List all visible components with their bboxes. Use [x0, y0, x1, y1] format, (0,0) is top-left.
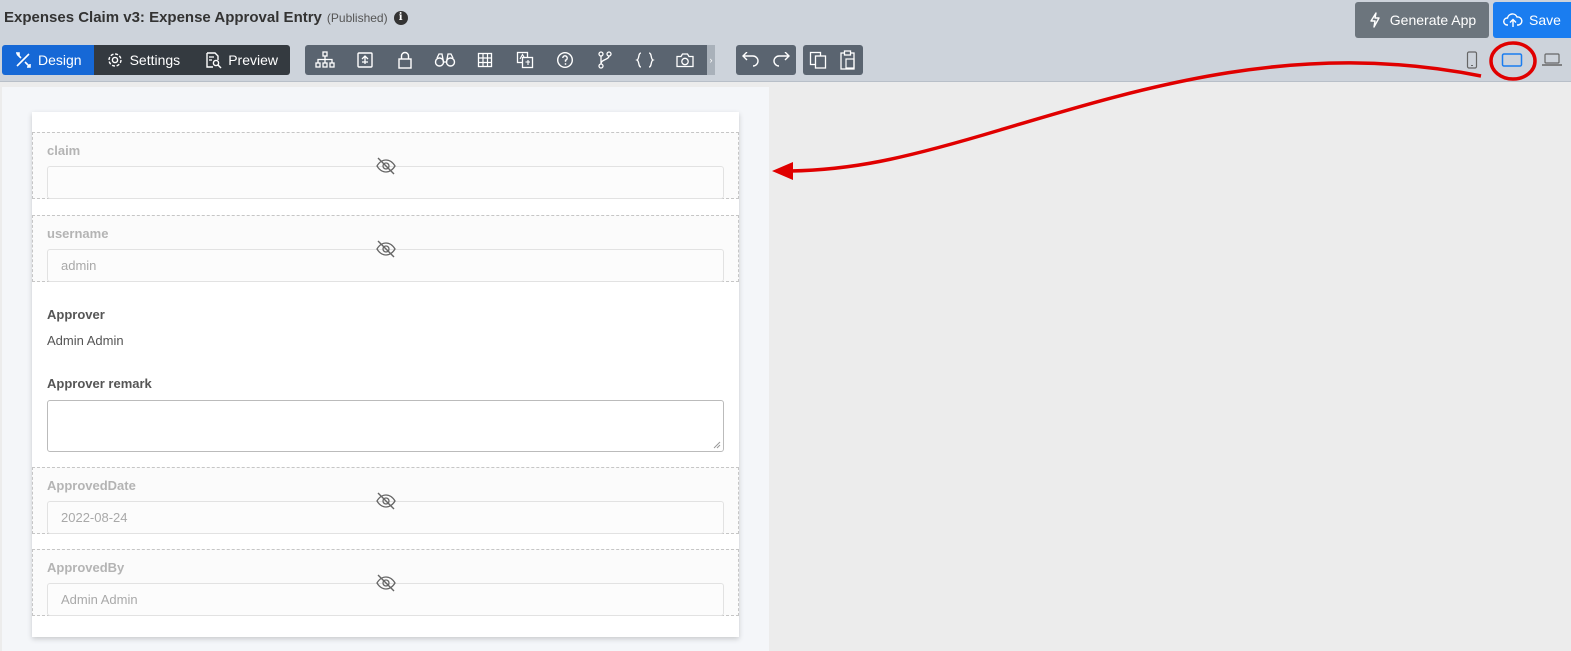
- field-label: claim: [47, 143, 81, 158]
- phone-view-button[interactable]: [1459, 48, 1485, 72]
- gear-icon: [107, 53, 122, 67]
- info-icon[interactable]: i: [393, 10, 408, 25]
- field-label: ApprovedDate: [47, 478, 136, 493]
- tablet-icon: [1501, 53, 1523, 67]
- translate-icon: [516, 51, 534, 69]
- design-tools-icon: [16, 52, 31, 68]
- undo-icon: [742, 52, 759, 67]
- lightning-icon: [1370, 12, 1380, 28]
- undo-redo-group: [736, 45, 796, 75]
- eye-slash-icon: [376, 240, 396, 258]
- approver-label: Approver: [47, 307, 105, 322]
- camera-button[interactable]: [665, 45, 705, 75]
- help-circle-icon: [556, 51, 574, 69]
- clipboard-group: [803, 45, 863, 75]
- hidden-field-claim[interactable]: claim: [32, 132, 739, 199]
- binoculars-button[interactable]: [425, 45, 465, 75]
- form-upload-button[interactable]: [345, 45, 385, 75]
- cloud-upload-icon: [1503, 13, 1523, 27]
- save-label: Save: [1529, 12, 1561, 28]
- approver-remark-label: Approver remark: [47, 376, 152, 391]
- tab-preview[interactable]: Preview: [192, 45, 290, 75]
- paste-icon: [840, 50, 855, 70]
- redo-icon: [773, 52, 790, 67]
- lock-icon: [398, 51, 412, 69]
- tab-settings-label: Settings: [129, 52, 181, 68]
- eye-slash-icon: [376, 157, 396, 175]
- grid-button[interactable]: [465, 45, 505, 75]
- hidden-field-approveddate[interactable]: ApprovedDate 2022-08-24: [32, 467, 739, 534]
- branch-button[interactable]: [585, 45, 625, 75]
- laptop-view-button[interactable]: [1539, 48, 1565, 72]
- copy-button[interactable]: [803, 45, 833, 75]
- phone-icon: [1466, 51, 1478, 69]
- hierarchy-icon: [315, 51, 335, 68]
- preview-doc-icon: [206, 52, 222, 69]
- save-button[interactable]: Save: [1493, 2, 1571, 38]
- tablet-view-button[interactable]: [1499, 48, 1525, 72]
- generate-app-button[interactable]: Generate App: [1355, 2, 1489, 38]
- title-row: Expenses Claim v3: Expense Approval Entr…: [4, 9, 408, 26]
- tab-preview-label: Preview: [228, 52, 278, 68]
- page-title: Expenses Claim v3: Expense Approval Entr…: [4, 9, 322, 26]
- copy-icon: [809, 51, 827, 69]
- form-upload-icon: [357, 52, 373, 68]
- form-preview: claim username admin Approver Admin Admi…: [32, 112, 739, 637]
- toolbar-tools: ›: [305, 45, 715, 75]
- approver-remark-textarea[interactable]: [47, 400, 724, 452]
- braces-icon: [635, 52, 655, 68]
- paste-button[interactable]: [833, 45, 863, 75]
- binoculars-icon: [434, 53, 456, 67]
- hidden-field-approvedby[interactable]: ApprovedBy Admin Admin: [32, 549, 739, 616]
- hidden-field-username[interactable]: username admin: [32, 215, 739, 282]
- toolbar-scroll-right[interactable]: ›: [707, 45, 715, 75]
- tab-design[interactable]: Design: [2, 45, 94, 75]
- lock-button[interactable]: [385, 45, 425, 75]
- tab-settings[interactable]: Settings: [93, 45, 193, 75]
- camera-icon: [676, 53, 694, 68]
- resize-grip-icon[interactable]: [713, 441, 721, 449]
- eye-slash-icon: [376, 492, 396, 510]
- status-badge: (Published): [326, 10, 388, 25]
- branch-icon: [598, 51, 612, 69]
- annotation-arrowhead: [772, 162, 793, 180]
- approver-value: Admin Admin: [47, 333, 124, 348]
- script-button[interactable]: [625, 45, 665, 75]
- hierarchy-button[interactable]: [305, 45, 345, 75]
- tab-design-label: Design: [38, 52, 82, 68]
- generate-app-label: Generate App: [1389, 12, 1477, 28]
- eye-slash-icon: [376, 574, 396, 592]
- mode-tabs: Design Settings Preview: [2, 45, 290, 75]
- field-label: username: [47, 226, 109, 241]
- translate-button[interactable]: [505, 45, 545, 75]
- laptop-icon: [1542, 53, 1562, 66]
- grid-icon: [477, 52, 493, 68]
- redo-button[interactable]: [766, 45, 796, 75]
- field-label: ApprovedBy: [47, 560, 125, 575]
- undo-button[interactable]: [736, 45, 766, 75]
- help-button[interactable]: [545, 45, 585, 75]
- app-header: Expenses Claim v3: Expense Approval Entr…: [0, 0, 1571, 82]
